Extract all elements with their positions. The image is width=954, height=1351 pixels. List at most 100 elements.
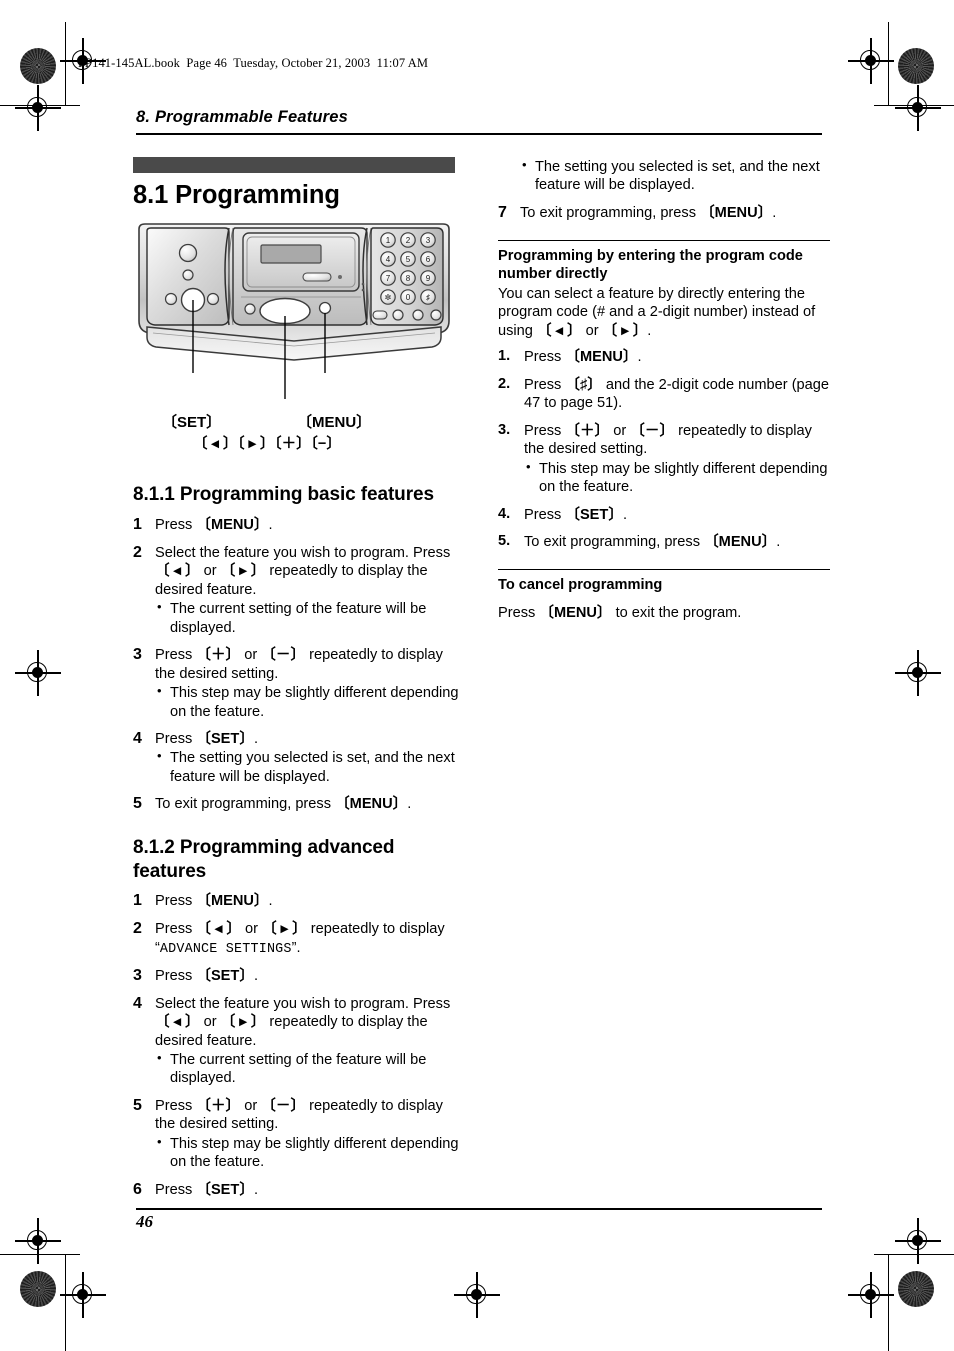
svg-text:1: 1 — [386, 236, 391, 245]
step-bullets: The current setting of the feature will … — [155, 1050, 465, 1088]
step-text: Press 〔SET〕. — [155, 730, 258, 747]
step-item: 7 To exit programming, press 〔MENU〕. — [498, 204, 830, 223]
halftone-patch-bottom-left — [20, 1271, 56, 1307]
svg-text:5: 5 — [406, 255, 411, 264]
step-item: 2 Press 〔 ◂ 〕 or 〔 ▸ 〕 repeatedly to dis… — [133, 920, 465, 958]
step-item: 2 Select the feature you wish to program… — [133, 544, 465, 637]
chapter-title: 8. Programmable Features — [136, 108, 349, 126]
bullet-item: This step may be slightly different depe… — [155, 683, 465, 721]
svg-text:9: 9 — [426, 274, 431, 283]
callout-set-label: 〔SET〕 — [162, 414, 222, 432]
file-header-line: FP141-145AL.book Page 46 Tuesday, Octobe… — [78, 56, 429, 70]
registration-mark-left-lower — [15, 1218, 61, 1264]
step-number: 2 — [133, 920, 142, 938]
svg-text:✼: ✼ — [385, 293, 392, 302]
step-text: Press 〔＋〕 or 〔－〕 repeatedly to display t… — [524, 422, 812, 458]
fax-machine-illustration: 1 2 3 4 5 6 7 8 9 ✼ 0 ♯ — [133, 221, 455, 411]
step-number: 4. — [498, 505, 511, 522]
section-banner — [133, 157, 455, 173]
registration-mark-bottom-left — [60, 1272, 106, 1318]
advanced-steps-list: 1 Press 〔MENU〕. 2 Press 〔 ◂ 〕 or 〔 ▸ 〕 r… — [133, 892, 465, 1199]
bullet-item: The setting you selected is set, and the… — [520, 157, 830, 195]
footer-rule — [136, 1208, 822, 1210]
divider-cancel-programming — [498, 568, 830, 570]
step-item: 6 Press 〔SET〕. — [133, 1181, 465, 1200]
step-item: 5 To exit programming, press 〔MENU〕. — [133, 795, 465, 814]
svg-text:2: 2 — [406, 236, 411, 245]
step-number: 5. — [498, 533, 511, 550]
lcd-text: ADVANCE SETTINGS — [159, 941, 292, 957]
registration-mark-right-middle — [895, 650, 941, 696]
bullet-item: This step may be slightly different depe… — [524, 459, 830, 497]
step-number: 1 — [133, 892, 142, 910]
bullet-item: The setting you selected is set, and the… — [155, 748, 465, 786]
step-number: 5 — [133, 795, 142, 813]
figure-callouts: 〔SET〕 〔MENU〕 〔 ◂ 〕〔 ▸ 〕〔＋〕〔−〕 — [133, 413, 455, 461]
step-number: 1. — [498, 348, 511, 365]
registration-mark-right-lower — [895, 1218, 941, 1264]
step-text: To exit programming, press 〔MENU〕. — [155, 796, 412, 813]
step-text: Press 〔SET〕. — [155, 967, 258, 984]
step-bullets: This step may be slightly different depe… — [155, 1134, 465, 1172]
step-item: 3. Press 〔＋〕 or 〔－〕 repeatedly to displa… — [498, 422, 830, 497]
left-column: 8.1 Programming 1 2 3 4 5 6 7 8 9 ✼ 0 ♯ … — [133, 157, 465, 1209]
halftone-patch-bottom-right — [898, 1271, 934, 1307]
step-item: 3 Press 〔＋〕 or 〔－〕 repeatedly to display… — [133, 646, 465, 721]
cancel-programming-text: Press 〔MENU〕 to exit the program. — [498, 604, 742, 621]
step-item: 3 Press 〔SET〕. — [133, 967, 465, 986]
step-text: Press 〔♯〕 and the 2-digit code number (p… — [524, 376, 830, 412]
step-number: 4 — [133, 994, 142, 1012]
direct-code-intro: You can select a feature by directly ent… — [498, 285, 816, 339]
svg-text:♯: ♯ — [426, 293, 430, 302]
step-number: 2 — [133, 543, 142, 561]
step-text: Press 〔＋〕 or 〔－〕 repeatedly to display t… — [155, 1097, 443, 1133]
svg-text:7: 7 — [386, 274, 391, 283]
step-item-continuation: The setting you selected is set, and the… — [498, 157, 830, 195]
step-item: 1. Press 〔MENU〕. — [498, 348, 830, 367]
right-column: The setting you selected is set, and the… — [498, 157, 830, 622]
halftone-patch-top-right — [898, 48, 934, 84]
basic-steps-list: 1 Press 〔MENU〕. 2 Select the feature you… — [133, 516, 465, 814]
step-number-placeholder — [498, 157, 520, 195]
step-text: To exit programming, press 〔MENU〕. — [524, 534, 781, 551]
registration-mark-top-right — [848, 38, 894, 84]
direct-code-steps-list: 1. Press 〔MENU〕. 2. Press 〔♯〕 and the 2-… — [498, 348, 830, 551]
divider-direct-code — [498, 239, 830, 241]
step-bullets: This step may be slightly different depe… — [155, 683, 465, 721]
page-number: 46 — [136, 1212, 153, 1231]
halftone-patch-top-left — [20, 48, 56, 84]
step-bullets: The setting you selected is set, and the… — [520, 157, 830, 195]
step-text: Select the feature you wish to program. … — [155, 544, 451, 598]
step-item: 4. Press 〔SET〕. — [498, 506, 830, 525]
svg-text:4: 4 — [386, 255, 391, 264]
step-number: 3 — [133, 646, 142, 664]
chapter-rule — [136, 133, 822, 135]
step-number: 1 — [133, 515, 142, 533]
step-text: Press 〔MENU〕. — [155, 516, 273, 533]
step-number: 5 — [133, 1096, 142, 1114]
page-title: 8.1 Programming — [133, 181, 340, 209]
step-text: Select the feature you wish to program. … — [155, 995, 451, 1049]
registration-mark-left-middle — [15, 650, 61, 696]
callout-navigation-keys-label: 〔 ◂ 〕〔 ▸ 〕〔＋〕〔−〕 — [193, 436, 341, 453]
step-number: 3 — [133, 966, 142, 984]
heading-direct-program-code: Programming by entering the program code… — [498, 247, 803, 282]
heading-programming-basic-features: 8.1.1 Programming basic features — [133, 484, 434, 506]
callout-menu-label: 〔MENU〕 — [297, 414, 372, 432]
step-item: 4 Press 〔SET〕. The setting you selected … — [133, 730, 465, 786]
step-bullets: The current setting of the feature will … — [155, 599, 465, 637]
bullet-item: This step may be slightly different depe… — [155, 1134, 465, 1172]
step-text: Press 〔SET〕. — [524, 506, 627, 523]
step-number: 6 — [133, 1180, 142, 1198]
svg-text:8: 8 — [406, 274, 411, 283]
svg-text:3: 3 — [426, 236, 431, 245]
step-text: Press 〔SET〕. — [155, 1181, 258, 1198]
step-item: 5 Press 〔＋〕 or 〔－〕 repeatedly to display… — [133, 1097, 465, 1172]
registration-mark-left-upper — [15, 85, 61, 131]
page-canvas: FP141-145AL.book Page 46 Tuesday, Octobe… — [0, 0, 954, 1351]
registration-mark-right-upper — [895, 85, 941, 131]
registration-mark-bottom-right — [848, 1272, 894, 1318]
bullet-item: The current setting of the feature will … — [155, 599, 465, 637]
step-text: Press 〔 ◂ 〕 or 〔 ▸ 〕 repeatedly to displ… — [155, 921, 445, 957]
step-text: Press 〔MENU〕. — [524, 349, 642, 366]
